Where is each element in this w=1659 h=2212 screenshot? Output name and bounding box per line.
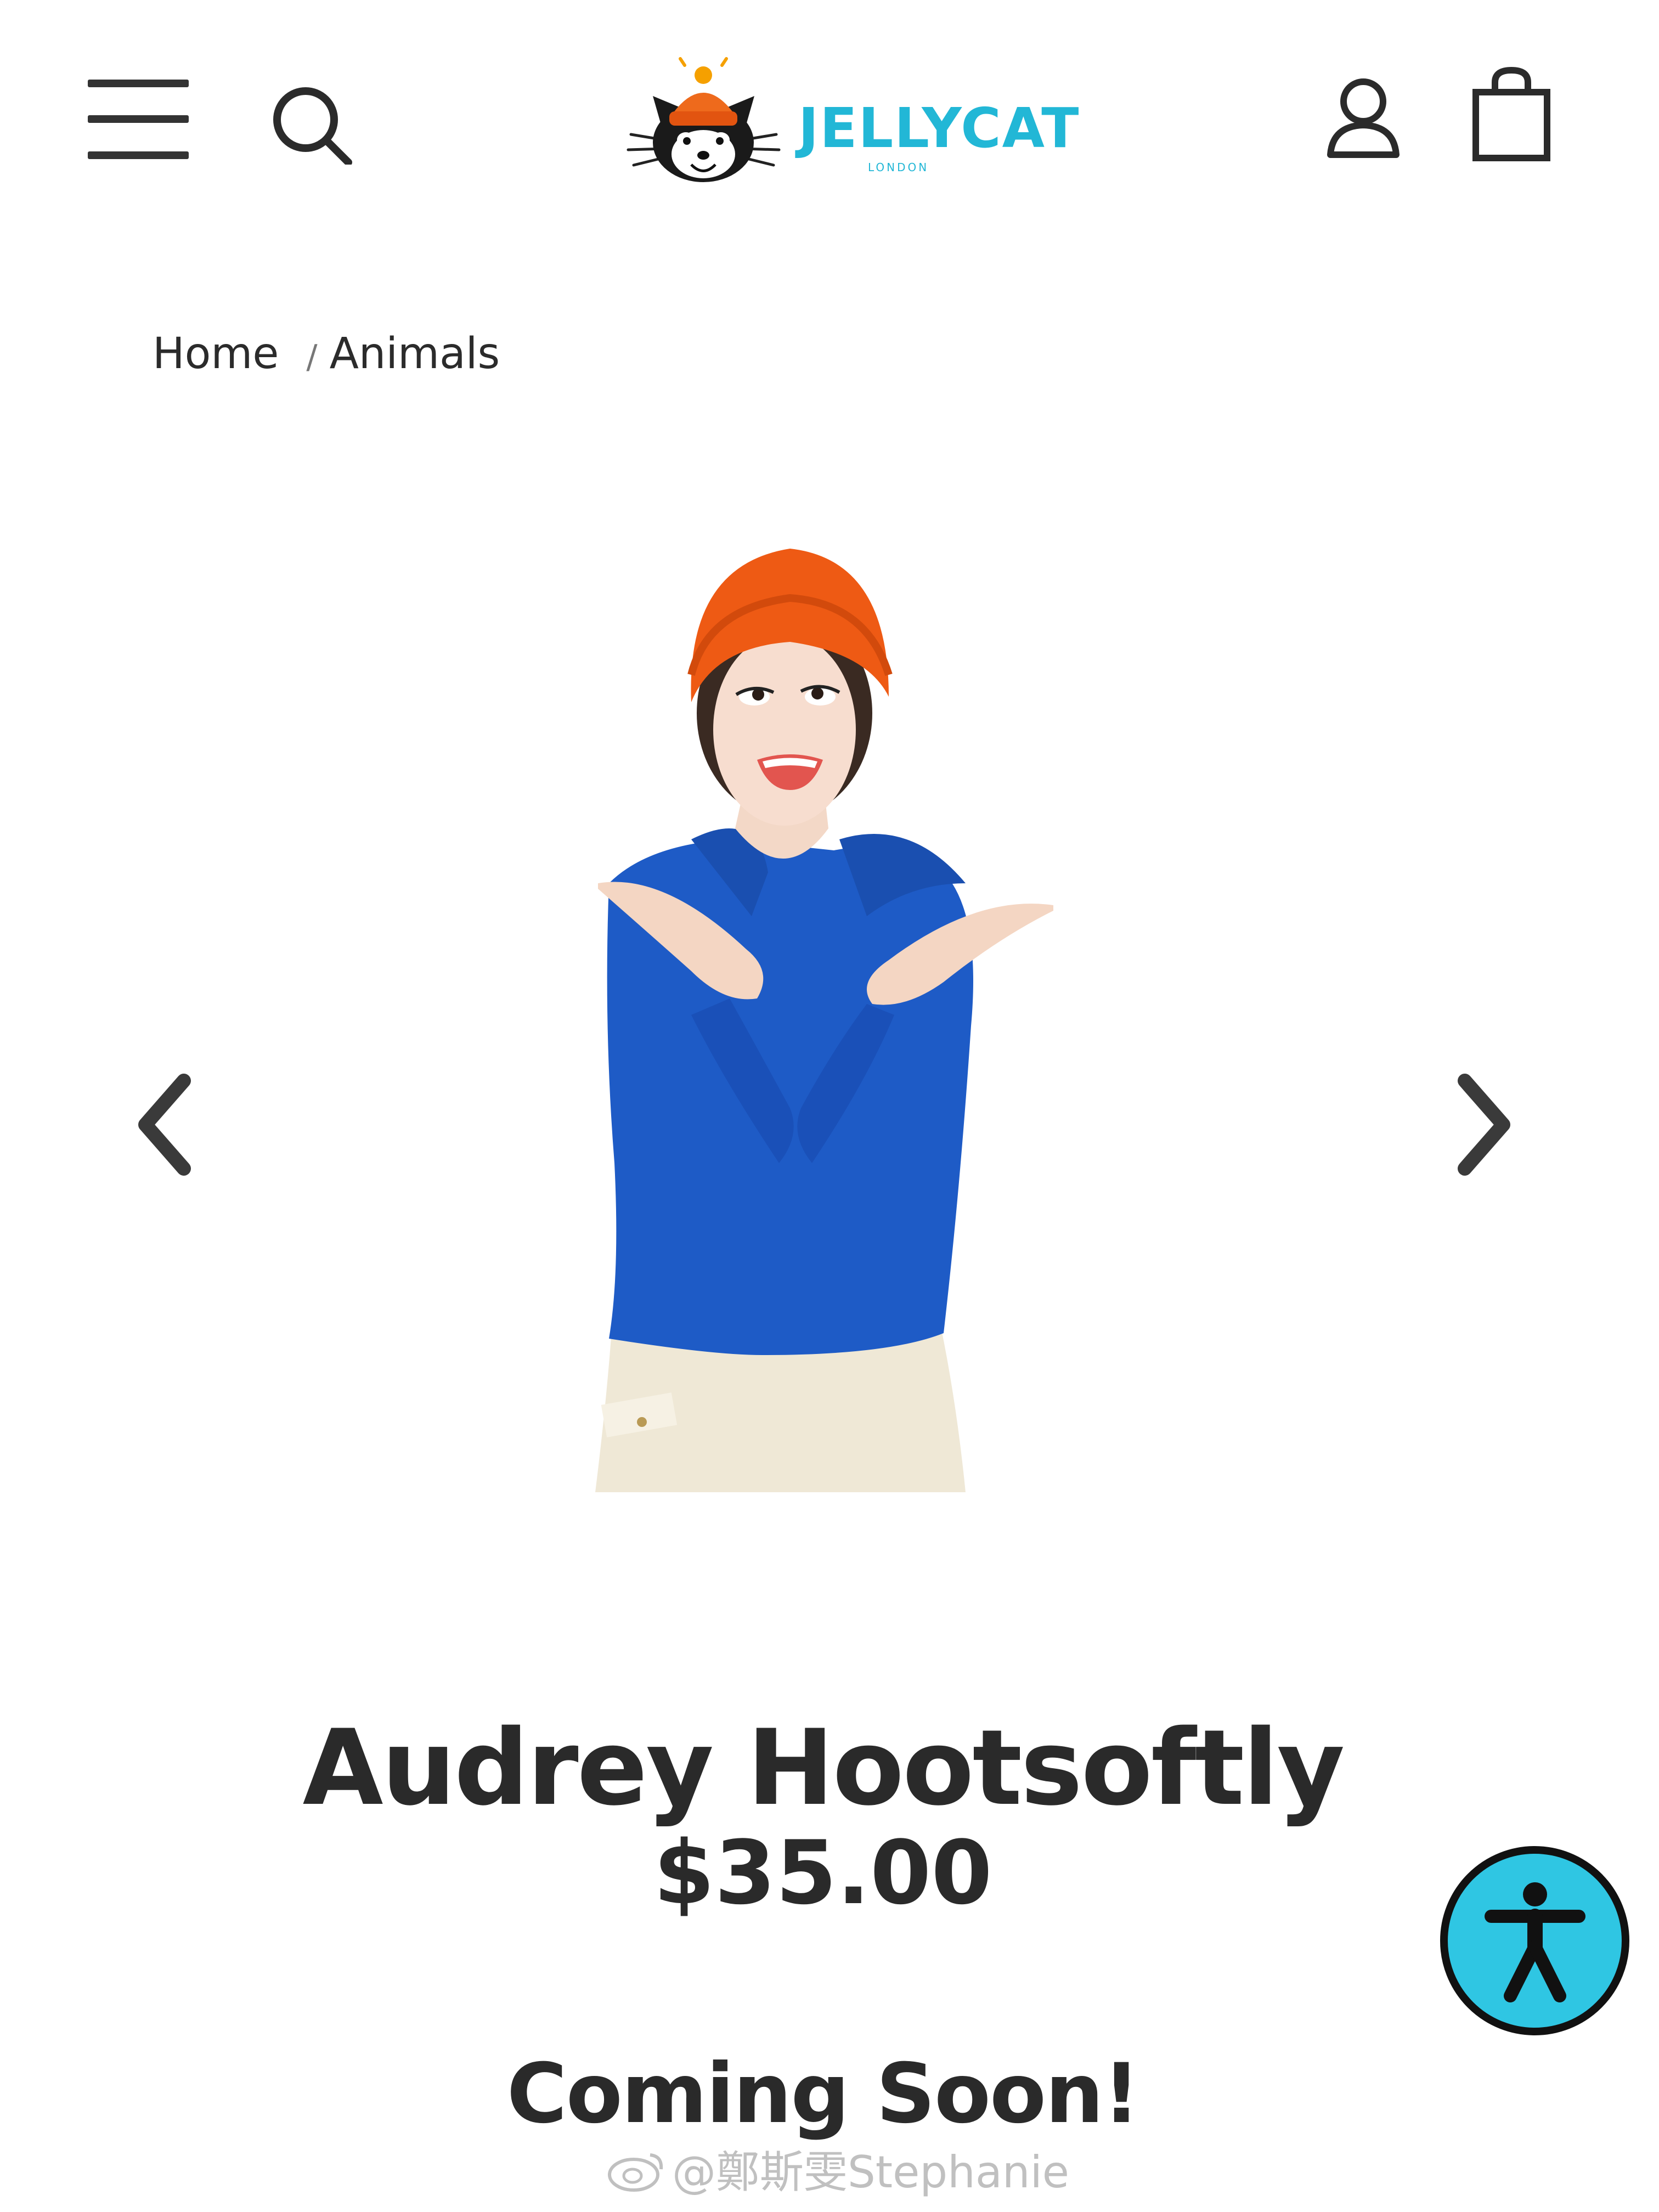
chevron-left-icon[interactable] <box>129 1070 206 1180</box>
site-header: JELLYCAT LONDON <box>0 0 1659 230</box>
availability-status: Coming Soon! <box>506 2046 1141 2142</box>
product-photo <box>582 532 1075 1492</box>
product-title: Audrey Hootsoftly <box>302 1707 1345 1829</box>
watermark: @鄭斯雯Stephanie <box>606 2137 1069 2203</box>
breadcrumb-separator: / <box>306 338 318 376</box>
jellycat-logo[interactable]: JELLYCAT LONDON <box>620 52 1079 184</box>
user-account-icon[interactable] <box>1325 77 1402 159</box>
logo-subtext: LONDON <box>868 161 929 174</box>
shopping-bag-icon[interactable] <box>1470 66 1553 162</box>
chevron-right-icon[interactable] <box>1443 1070 1520 1180</box>
logo-text: JELLYCAT <box>798 96 1080 160</box>
breadcrumb: Home / Animals <box>153 329 500 379</box>
cat-face-icon <box>627 57 781 182</box>
hamburger-menu-icon[interactable] <box>88 80 189 159</box>
product-price: $35.00 <box>653 1821 992 1924</box>
watermark-text: @鄭斯雯Stephanie <box>672 2147 1070 2198</box>
breadcrumb-home-link[interactable]: Home <box>153 329 279 379</box>
weibo-logo-icon <box>606 2148 667 2203</box>
breadcrumb-current-link[interactable]: Animals <box>330 329 500 379</box>
search-icon[interactable] <box>272 82 354 166</box>
accessibility-person-icon[interactable] <box>1440 1846 1629 2035</box>
